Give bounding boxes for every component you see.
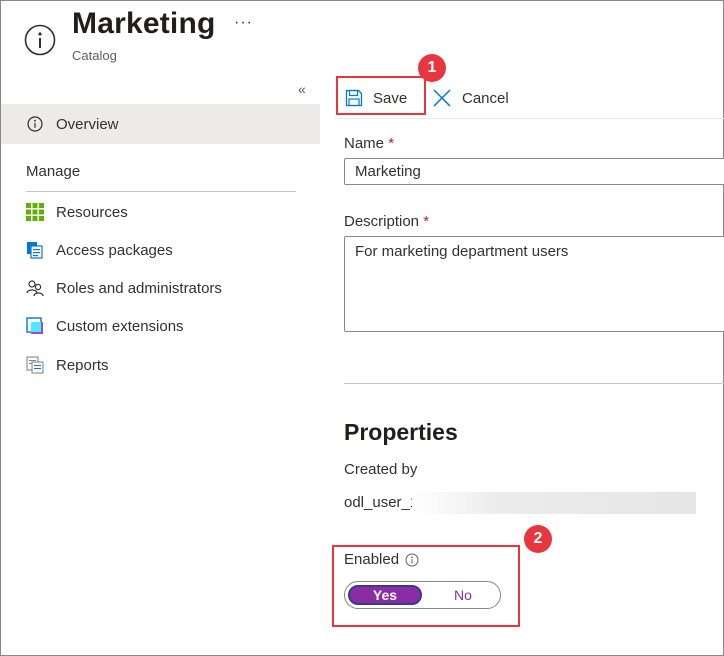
properties-title: Properties	[344, 419, 458, 445]
redacted-area	[412, 492, 696, 514]
sidebar-item-label: Access packages	[56, 241, 173, 259]
sidebar-item-overview[interactable]: Overview	[1, 104, 320, 144]
save-button[interactable]: Save	[345, 86, 407, 110]
people-icon	[26, 280, 44, 297]
info-icon	[27, 116, 43, 132]
info-icon[interactable]	[405, 553, 419, 567]
cancel-button[interactable]: Cancel	[432, 86, 509, 110]
sidebar-divider	[26, 191, 296, 192]
description-field-label: Description *	[344, 213, 430, 230]
created-by-value: odl_user_1	[344, 494, 419, 511]
sidebar-item-label: Overview	[56, 115, 119, 133]
toolbar-divider	[334, 118, 724, 119]
packages-icon	[27, 242, 43, 259]
cancel-button-label: Cancel	[462, 89, 509, 107]
sidebar-item-label: Reports	[56, 356, 109, 374]
enabled-toggle[interactable]: Yes No	[344, 581, 501, 609]
enabled-yes-option[interactable]: Yes	[348, 585, 422, 605]
enabled-no-option[interactable]: No	[428, 585, 498, 605]
page-title: Marketing	[72, 7, 216, 40]
sidebar-item-access-packages[interactable]: Access packages	[1, 231, 320, 269]
close-icon	[433, 89, 451, 107]
sidebar-item-label: Custom extensions	[56, 317, 184, 335]
created-by-label: Created by	[344, 461, 418, 478]
sidebar-section-manage: Manage	[26, 163, 81, 180]
page-subtitle: Catalog	[72, 48, 117, 63]
save-icon	[345, 89, 363, 107]
sidebar-item-reports[interactable]: Reports	[1, 346, 320, 384]
sidebar-item-roles-and-administrators[interactable]: Roles and administrators	[1, 269, 320, 307]
save-button-label: Save	[373, 89, 408, 107]
info-icon	[24, 24, 56, 56]
enabled-label: Enabled	[344, 551, 419, 568]
grid-icon	[26, 203, 44, 221]
annotation-badge-1: 1	[418, 54, 446, 82]
sidebar-item-resources[interactable]: Resources	[1, 193, 320, 231]
more-options-button[interactable]: ···	[234, 14, 253, 32]
name-field-label: Name *	[344, 135, 395, 152]
sidebar-item-label: Roles and administrators	[56, 279, 222, 297]
required-marker: *	[388, 135, 395, 152]
reports-icon	[26, 356, 44, 374]
annotation-badge-2: 2	[524, 525, 552, 553]
description-field[interactable]: For marketing department users	[344, 236, 724, 332]
required-marker: *	[423, 213, 430, 230]
form-divider	[344, 383, 724, 384]
name-field[interactable]	[344, 158, 724, 185]
sidebar-item-label: Resources	[56, 203, 128, 221]
collapse-sidebar-button[interactable]: «	[298, 81, 306, 97]
sidebar-item-custom-extensions[interactable]: Custom extensions	[1, 307, 320, 345]
extension-icon	[26, 317, 43, 334]
